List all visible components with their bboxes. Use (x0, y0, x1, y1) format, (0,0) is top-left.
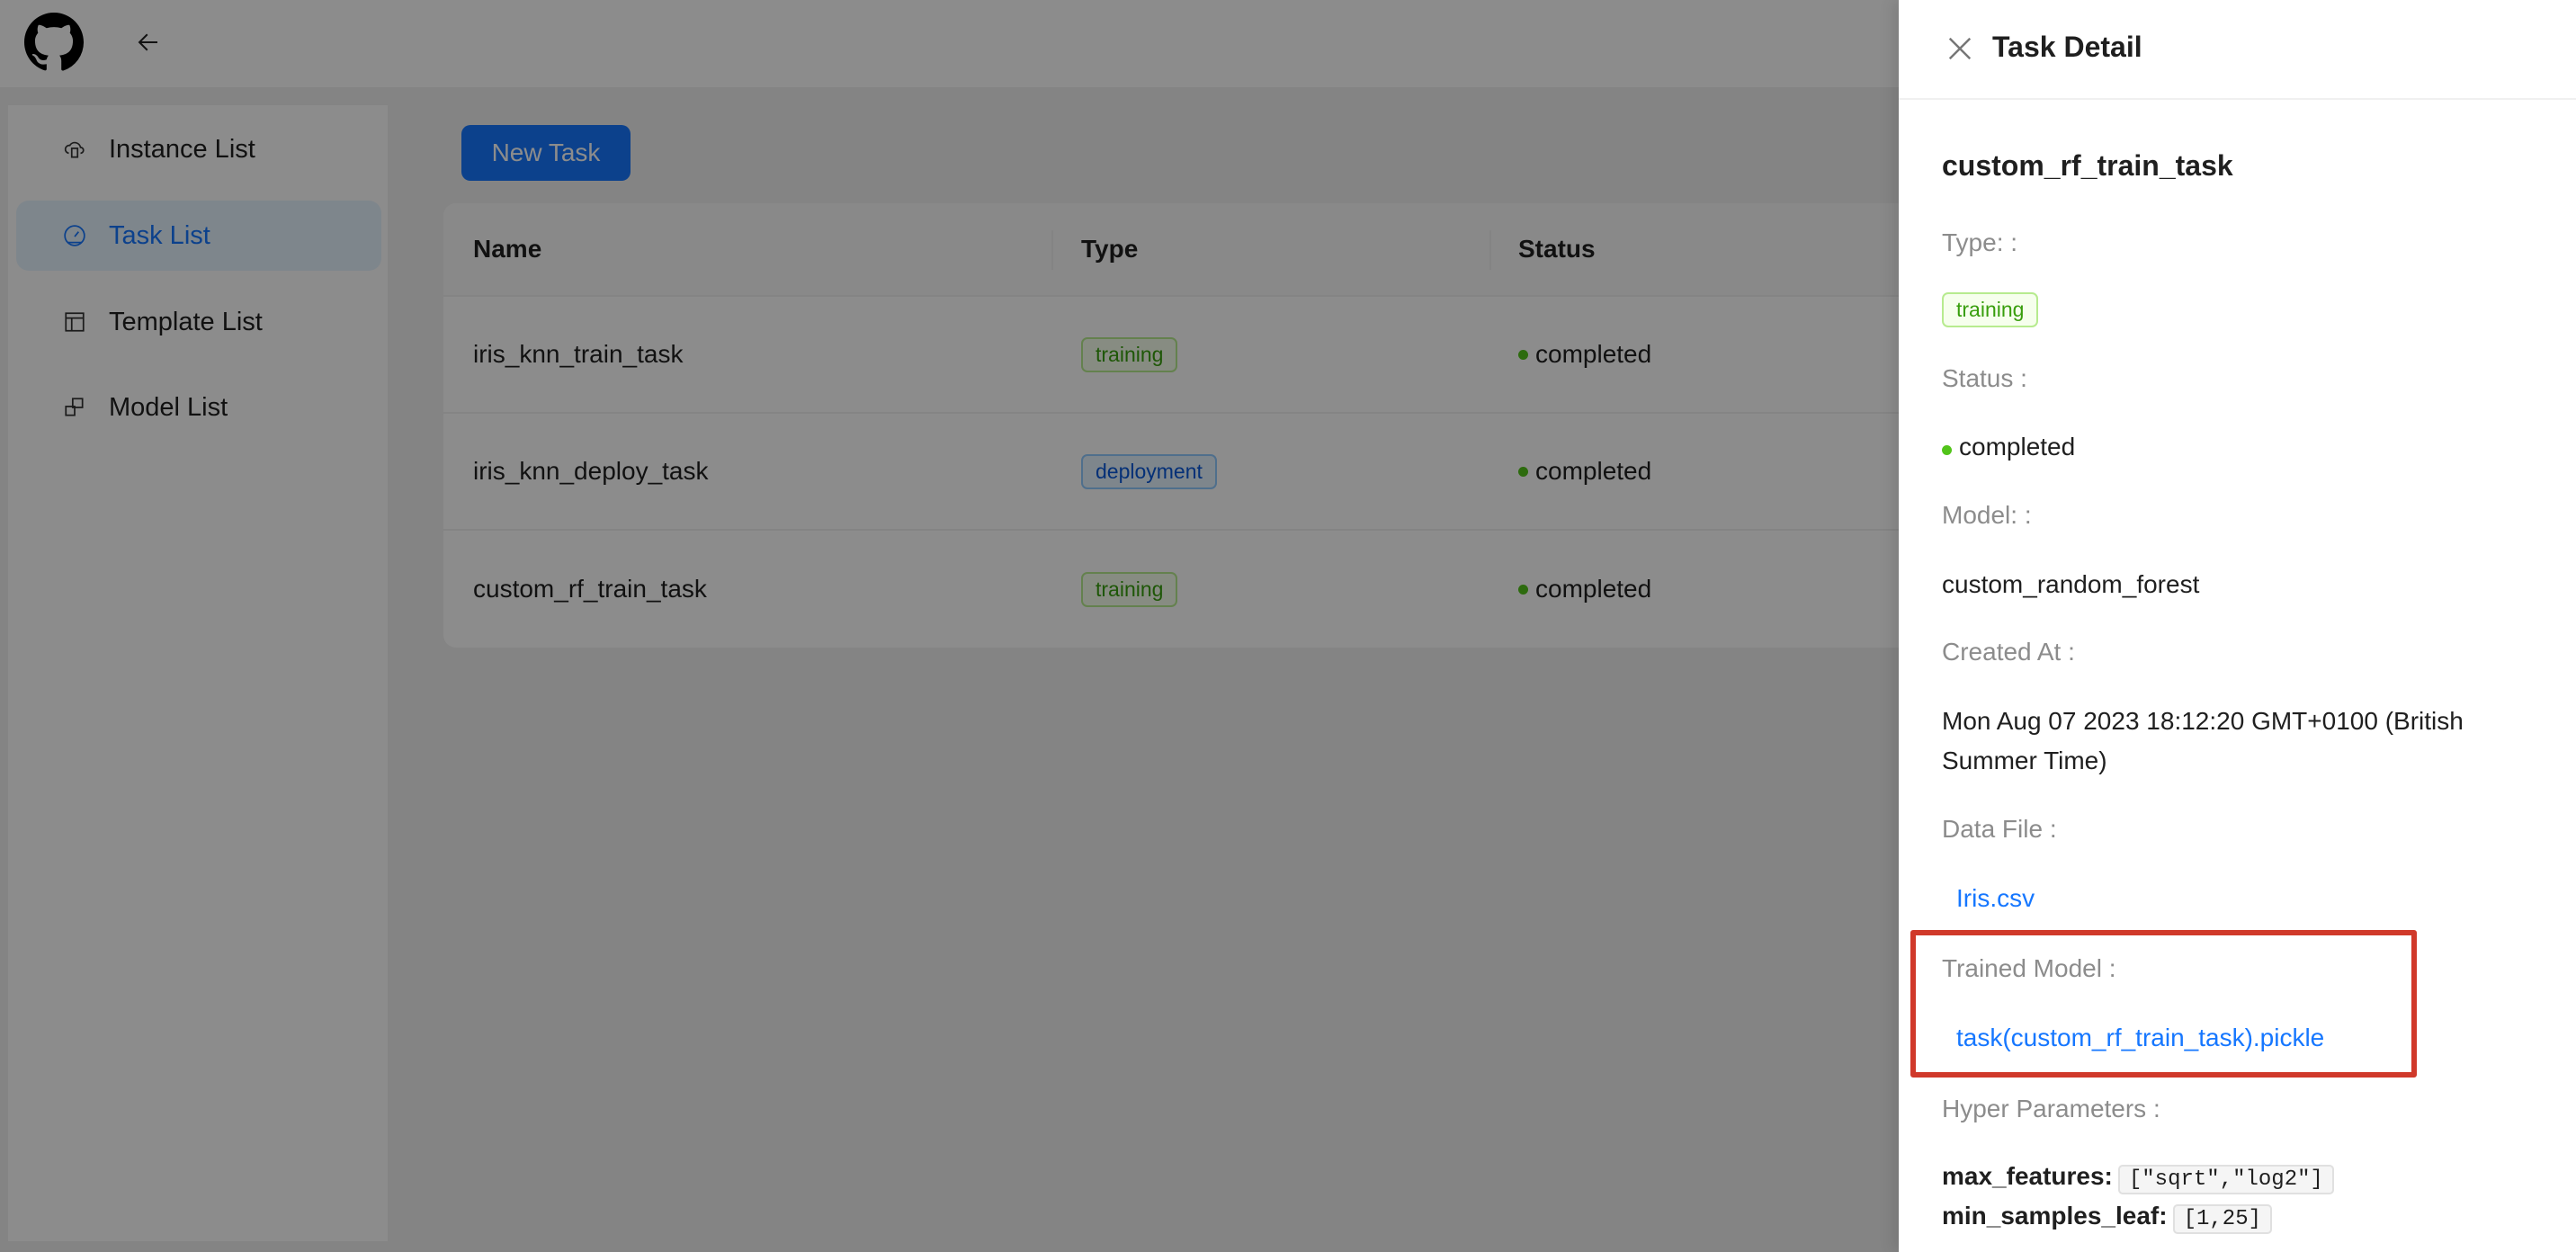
status-value: completed (1959, 433, 2076, 461)
type-tag: training (1942, 292, 2039, 327)
highlight-box (1910, 930, 2417, 1078)
param-key: max_features: (1942, 1162, 2113, 1190)
drawer-header: Task Detail (1899, 0, 2576, 100)
status-label: Status : (1942, 364, 2027, 392)
created-at-value-line1: Mon Aug 07 2023 18:12:20 GMT+0100 (Briti… (1942, 707, 2464, 735)
model-label: Model: : (1942, 501, 2032, 529)
param-value: ["sqrt","log2"] (2117, 1165, 2334, 1194)
data-file-link[interactable]: Iris.csv (1956, 884, 2035, 913)
trained-model-link[interactable]: task(custom_rf_train_task).pickle (1956, 1024, 2324, 1052)
task-detail-drawer: Task Detail custom_rf_train_task Type: :… (1899, 0, 2576, 1252)
close-icon[interactable] (1946, 35, 1973, 62)
drawer-title: Task Detail (1992, 31, 2142, 63)
trained-model-label: Trained Model : (1942, 954, 2116, 982)
data-file-label: Data File : (1942, 815, 2057, 843)
param-value: [1,25] (2172, 1204, 2272, 1234)
created-at-label: Created At : (1942, 638, 2075, 666)
param-row: min_samples_leaf: [1,25] (1942, 1202, 2272, 1234)
task-name-heading: custom_rf_train_task (1942, 149, 2233, 182)
status-dot (1942, 445, 1952, 455)
param-key: min_samples_leaf: (1942, 1202, 2168, 1230)
param-row: max_features: ["sqrt","log2"] (1942, 1162, 2334, 1194)
hyper-parameters-label: Hyper Parameters : (1942, 1095, 2160, 1122)
model-value: custom_random_forest (1942, 570, 2200, 598)
created-at-value-line2: Summer Time) (1942, 747, 2107, 774)
type-label: Type: : (1942, 228, 2018, 256)
